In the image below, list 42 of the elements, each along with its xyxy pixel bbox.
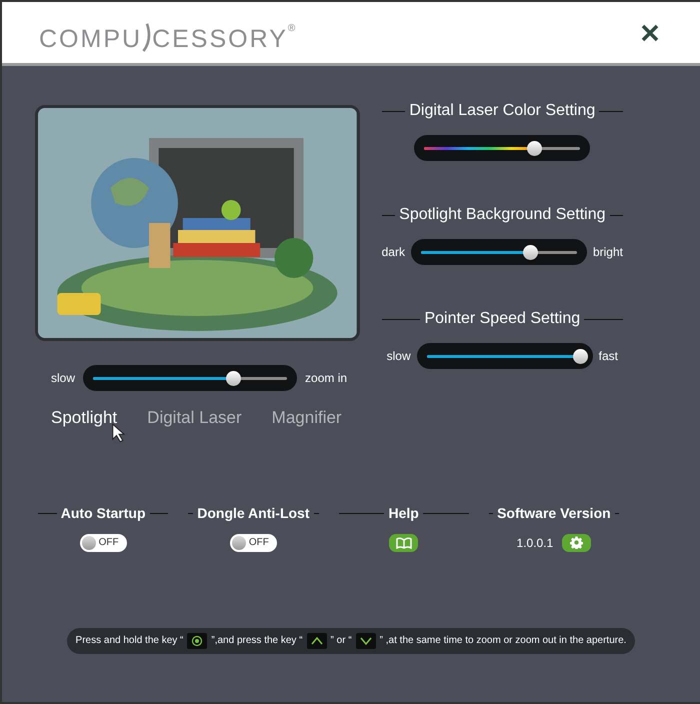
section-title: Dongle Anti-Lost (196, 504, 310, 523)
settings-icon (570, 536, 584, 549)
slider-label: bright (592, 244, 623, 261)
section-title: Software Version (496, 504, 612, 522)
slider-label: slow (51, 370, 76, 387)
instruction-text: ” or “ (330, 634, 352, 648)
close-button[interactable] (640, 22, 660, 42)
slider[interactable] (410, 239, 587, 265)
slider-thumb[interactable] (526, 140, 542, 156)
version-text: 1.0.0.1 (516, 534, 554, 552)
mode-tab[interactable]: Magnifier (272, 405, 342, 430)
target-key-icon (187, 632, 208, 648)
mode-tab[interactable]: Spotlight (51, 405, 118, 430)
slider[interactable] (416, 343, 593, 369)
settings-button[interactable] (562, 534, 592, 552)
slider-label: zoom in (305, 370, 348, 387)
slider-thumb[interactable] (523, 244, 538, 260)
arc-icon (141, 22, 154, 52)
section-title: Pointer Speed Setting (423, 309, 582, 329)
section-title: Digital Laser Color Setting (408, 101, 596, 121)
slider-label: slow (386, 348, 411, 365)
down-key-icon (356, 632, 376, 648)
logo: COMPU CESSORY® (39, 20, 298, 52)
book-icon (396, 536, 412, 548)
toggle-switch[interactable]: OFF (230, 534, 277, 552)
instruction-text: Press and hold the key “ (76, 634, 184, 648)
slider-thumb[interactable] (226, 370, 241, 386)
slider-label: fast (598, 348, 618, 365)
close-icon (640, 22, 660, 42)
toggle-switch[interactable]: OFF (80, 534, 127, 552)
mode-tab[interactable]: Digital Laser (147, 405, 242, 430)
slider[interactable] (414, 135, 590, 161)
slider[interactable] (83, 365, 298, 391)
slider-thumb[interactable] (572, 348, 588, 364)
section-title: Auto Startup (60, 504, 147, 523)
help-button[interactable] (389, 534, 418, 552)
slider-label: dark (382, 244, 405, 261)
up-key-icon (306, 632, 327, 648)
section-title: Spotlight Background Setting (398, 205, 606, 225)
instruction-text: ”,and press the key “ (211, 634, 303, 648)
instruction-text: ” ,at the same time to zoom or zoom out in the aperture. (380, 634, 626, 648)
section-title: Help (387, 504, 420, 523)
